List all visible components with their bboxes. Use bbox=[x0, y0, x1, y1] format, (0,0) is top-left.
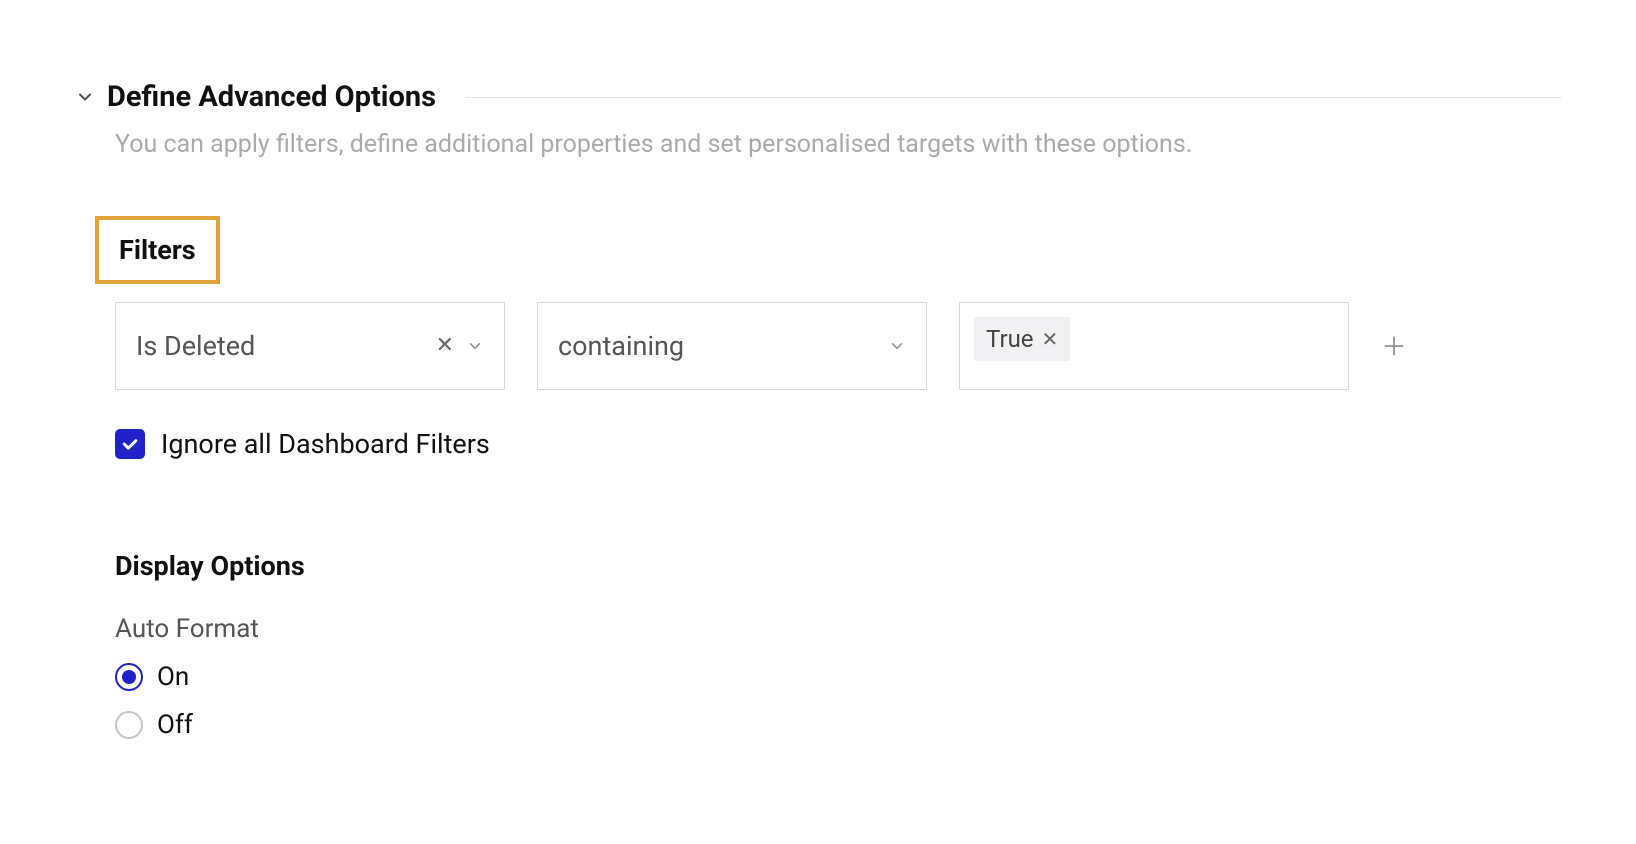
filter-operator-select[interactable]: containing bbox=[537, 302, 927, 390]
add-filter-icon[interactable] bbox=[1381, 333, 1407, 359]
filters-heading-highlight: Filters bbox=[95, 216, 220, 284]
filter-value-tag: True ✕ bbox=[974, 317, 1070, 361]
radio-dot bbox=[122, 670, 136, 684]
select-controls bbox=[888, 337, 906, 355]
auto-format-on-radio[interactable] bbox=[115, 663, 143, 691]
chevron-down-icon[interactable] bbox=[466, 337, 484, 355]
chevron-down-icon[interactable] bbox=[888, 337, 906, 355]
auto-format-off-row: Off bbox=[115, 710, 1561, 740]
section-subtitle: You can apply filters, define additional… bbox=[115, 126, 1561, 164]
tag-label: True bbox=[986, 325, 1034, 353]
filter-row: Is Deleted ✕ containing True ✕ bbox=[115, 302, 1561, 390]
filter-operator-value: containing bbox=[558, 330, 684, 362]
chevron-down-icon[interactable] bbox=[75, 87, 95, 107]
auto-format-on-label: On bbox=[157, 662, 189, 692]
section-header: Define Advanced Options bbox=[75, 80, 1561, 114]
display-options-heading: Display Options bbox=[115, 550, 1561, 582]
divider bbox=[466, 97, 1561, 98]
filters-heading: Filters bbox=[119, 234, 196, 266]
auto-format-off-radio[interactable] bbox=[115, 711, 143, 739]
ignore-dashboard-filters-label: Ignore all Dashboard Filters bbox=[161, 428, 490, 460]
remove-tag-icon[interactable]: ✕ bbox=[1042, 327, 1059, 351]
auto-format-off-label: Off bbox=[157, 710, 193, 740]
select-controls: ✕ bbox=[436, 333, 484, 358]
filter-field-select[interactable]: Is Deleted ✕ bbox=[115, 302, 505, 390]
auto-format-radio-group: On Off bbox=[115, 662, 1561, 740]
ignore-dashboard-filters-row: Ignore all Dashboard Filters bbox=[115, 428, 1561, 460]
auto-format-label: Auto Format bbox=[115, 614, 1561, 644]
ignore-dashboard-filters-checkbox[interactable] bbox=[115, 429, 145, 459]
auto-format-on-row: On bbox=[115, 662, 1561, 692]
filter-value-input[interactable]: True ✕ bbox=[959, 302, 1349, 390]
clear-field-icon[interactable]: ✕ bbox=[436, 333, 454, 358]
check-icon bbox=[120, 434, 140, 454]
section-title: Define Advanced Options bbox=[107, 80, 436, 114]
filter-field-value: Is Deleted bbox=[136, 330, 255, 362]
